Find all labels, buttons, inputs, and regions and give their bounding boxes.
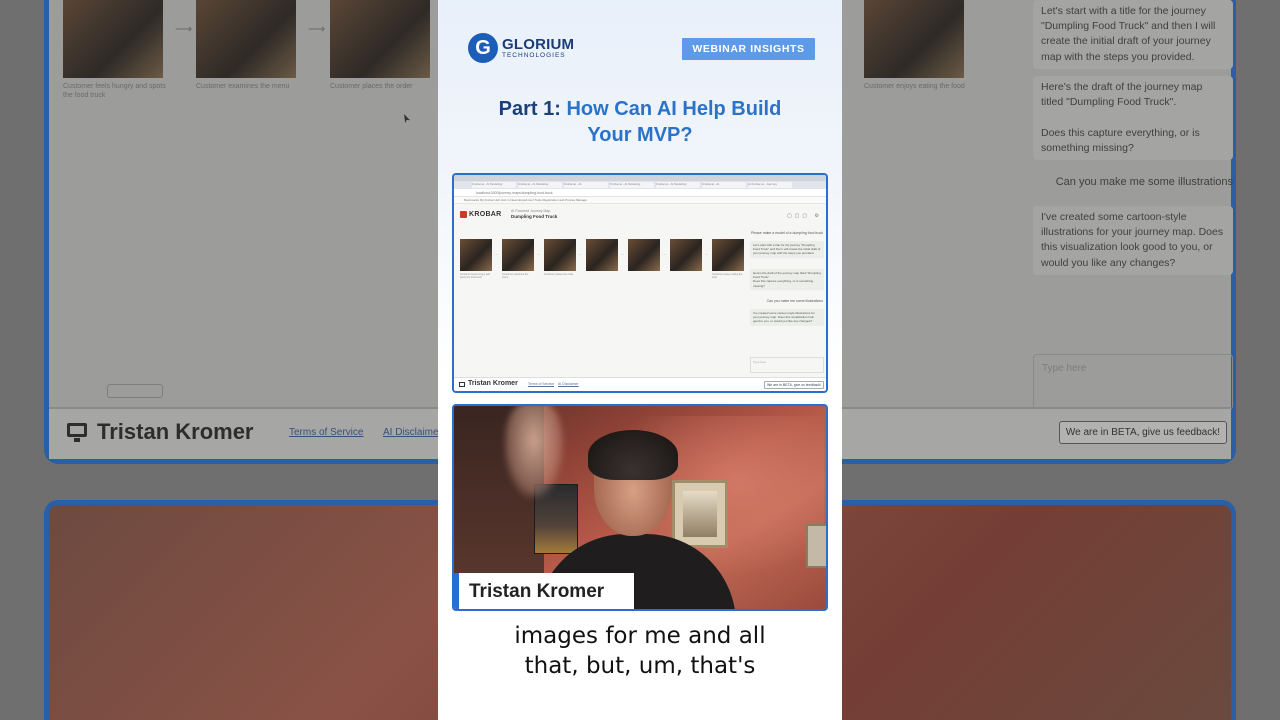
logo-sub-text: TECHNOLOGIES	[502, 51, 566, 59]
project-label: AI Powered Journey Map	[511, 209, 551, 213]
journey-step-image	[544, 239, 576, 271]
mini-chat-text: Here's the draft of the journey map titl…	[753, 271, 821, 280]
background-beta-button: We are in BETA, give us feedback!	[1058, 421, 1227, 444]
speaker-hair	[588, 430, 678, 480]
background-chat-bot-message: Let's start with a title for the journey…	[1033, 0, 1233, 69]
krobar-logo-icon	[460, 211, 467, 218]
picture	[683, 491, 717, 537]
journey-step-image	[712, 239, 744, 271]
short-card: G GLORIUM TECHNOLOGIES WEBINAR INSIGHTS …	[438, 0, 842, 720]
mini-chat-user-message: Please make a model of a dumpling food t…	[751, 231, 823, 235]
background-chat-panel: Let's start with a title for the journey…	[987, 0, 1241, 412]
journey-step-image	[628, 239, 660, 271]
webinar-badge: WEBINAR INSIGHTS	[682, 38, 815, 60]
beta-feedback-button: We are in BETA, give us feedback!	[764, 381, 824, 389]
headline-highlight: How Can AI Help Build	[566, 98, 782, 120]
krobar-app: KROBAR AI Powered Journey Map Dumpling F…	[454, 207, 826, 377]
background-chat-text: Here's the draft of the journey map titl…	[1041, 81, 1203, 109]
headline-prefix: Part 1:	[498, 98, 567, 120]
logo-text: GLORIUM TECHNOLOGIES	[502, 37, 574, 60]
background-name: Tristan Kromer	[97, 419, 254, 444]
project-title: Dumpling Food Truck	[511, 214, 558, 219]
monitor-icon	[459, 382, 465, 387]
browser-tab: Krobar.ai - AI Modeling	[610, 182, 654, 188]
background-chat-bot-message: Here's the draft of the journey map titl…	[1033, 76, 1233, 161]
subtitle-line: images for me and all	[514, 623, 766, 649]
background-chat-text: Does this capture everything, or is some…	[1041, 126, 1200, 154]
browser-tab: AI Krobar.ai - Journey	[748, 182, 792, 188]
arrow-icon: →	[662, 251, 666, 256]
background-caption: Customer enjoys eating the food	[864, 83, 965, 90]
speaker-hand	[504, 406, 564, 498]
browser-tab: Krobar.ai - AI Modeling	[656, 182, 700, 188]
arrow-icon: →	[704, 251, 708, 256]
mini-chat-bot-message: Let's start with a title for the journey…	[750, 241, 824, 258]
background-chat-input: Type here	[1033, 354, 1233, 410]
journey-step-image	[586, 239, 618, 271]
background-terms-link: Terms of Service	[289, 427, 364, 438]
headline-highlight: Your MVP?	[587, 124, 693, 146]
speaker-nameplate: Tristan Kromer	[454, 573, 634, 609]
browser-tab-bar: Krobar.ai - AI Modeling Krobar.ai - AI M…	[454, 181, 826, 189]
browser-tab: Krobar.ai - AI	[702, 182, 746, 188]
background-thumbnail	[63, 0, 163, 78]
headline: Part 1: How Can AI Help Build Your MVP?	[438, 96, 842, 148]
mini-chat-bot-message: I've created some cartoon-style illustra…	[750, 309, 824, 326]
glorium-logo-icon: G	[468, 33, 498, 63]
screenshot-footer: Tristan Kromer Terms of Service AI Discl…	[454, 377, 826, 391]
mini-chat-text: Does this capture everything, or is some…	[753, 279, 814, 288]
background-pager	[107, 384, 163, 398]
address-bar: localhost:3000/journey-maps/dumpling-foo…	[454, 189, 826, 197]
mini-chat-panel: Please make a model of a dumpling food t…	[748, 229, 826, 377]
app-screenshot: Krobar.ai - AI Modeling Krobar.ai - AI M…	[452, 173, 828, 393]
background-caption: Customer examines the menu	[196, 83, 290, 90]
arrow-icon: →	[620, 251, 624, 256]
krobar-logo-text: KROBAR	[469, 211, 502, 218]
browser-tab: Krobar.ai - AI	[564, 182, 608, 188]
background-thumbnail	[864, 0, 964, 78]
screenshot-footer-name: Tristan Kromer	[468, 380, 518, 387]
journey-step-image	[460, 239, 492, 271]
arrow-icon: →	[578, 251, 582, 256]
journey-step-caption: Customer feels hungry and spots the food…	[460, 273, 491, 280]
background-thumbnail	[196, 0, 296, 78]
terms-link: Terms of Service	[528, 382, 555, 386]
browser-tab: Krobar.ai - AI Modeling	[518, 182, 562, 188]
glorium-logo: G GLORIUM TECHNOLOGIES	[468, 33, 574, 63]
background-chat-bot-message: I've created some cartoon-style illustra…	[1033, 206, 1233, 275]
video-frame: Customer feels hungry and spots the food…	[0, 0, 1280, 720]
background-caption: Customer places the order	[330, 83, 413, 90]
background-arrow-icon: ⟶	[175, 22, 193, 36]
krobar-logo: KROBAR	[460, 211, 502, 218]
journey-step-image	[502, 239, 534, 271]
logo-main-text: GLORIUM	[502, 35, 575, 53]
browser-tab: Krobar.ai - AI Modeling	[472, 182, 516, 188]
ai-disclaimer-link: AI Disclaimer	[558, 382, 579, 386]
arrow-icon: →	[536, 251, 540, 256]
journey-step-caption: Customer examines the menu	[502, 273, 529, 280]
journey-step-image	[670, 239, 702, 271]
journey-step-caption: Customer enjoys eating the food	[712, 273, 743, 280]
subtitle-line: that, but, um, that's	[524, 653, 756, 679]
journey-step-caption: Customer places the order	[544, 273, 574, 276]
background-ai-link: AI Disclaimer	[383, 427, 442, 438]
background-caption: Customer feels hungry and spots the food…	[63, 83, 166, 100]
picture-frame	[672, 480, 728, 548]
monitor-icon	[67, 423, 87, 442]
background-arrow-icon: ⟶	[308, 22, 326, 36]
arrow-icon: →	[494, 251, 498, 256]
speaker-video: Tristan Kromer	[452, 404, 828, 611]
mini-chat-user-message: Can you make me some illustrations	[766, 299, 823, 303]
background-chat-user-message: Can you make me some illustrations	[1055, 176, 1233, 188]
subtitles: images for me and all that, but, um, tha…	[438, 621, 842, 681]
mini-chat-bot-message: Here's the draft of the journey map titl…	[750, 269, 824, 290]
background-thumbnail	[330, 0, 430, 78]
bookmarks-bar: Bookmarks My Krobar Hub Just in News Exp…	[454, 197, 826, 204]
picture-frame	[806, 524, 826, 568]
mini-chat-input: Type here	[750, 357, 824, 373]
toolbar-icons: ▢▢▢ ⚙	[786, 213, 822, 219]
